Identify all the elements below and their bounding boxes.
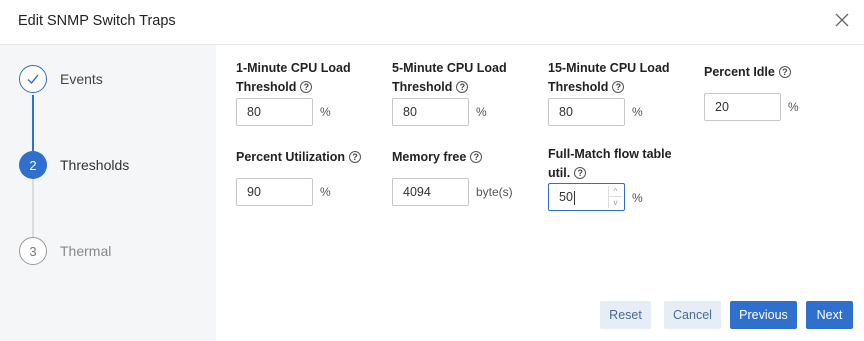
memory-input[interactable]: 4094 (392, 178, 469, 206)
cpu1-unit: % (320, 105, 331, 119)
dialog-title: Edit SNMP Switch Traps (18, 13, 176, 29)
dialog-header: Edit SNMP Switch Traps (0, 0, 864, 45)
cpu5-label: 5-Minute CPU Load Threshold? (392, 61, 507, 94)
spinner-down-icon[interactable]: v (609, 197, 622, 208)
help-circle-icon[interactable]: ? (456, 80, 469, 93)
step-thermal-label[interactable]: Thermal (60, 243, 111, 259)
cancel-button[interactable]: Cancel (664, 301, 721, 329)
spinner-up-icon[interactable]: ^ (609, 186, 622, 197)
cpu1-label: 1-Minute CPU Load Threshold? (236, 61, 351, 94)
cpu15-input[interactable]: 80 (548, 98, 625, 126)
stepper-sidebar: Events 2 Thresholds 3 Thermal (0, 45, 216, 341)
close-icon[interactable] (834, 12, 850, 28)
help-circle-icon[interactable]: ? (300, 80, 313, 93)
cpu5-unit: % (476, 105, 487, 119)
previous-button[interactable]: Previous (730, 301, 797, 329)
thresholds-form: 1-Minute CPU Load Threshold? 80 % 5-Minu… (216, 45, 864, 341)
step-thermal-circle[interactable]: 3 (19, 237, 47, 265)
memory-unit: byte(s) (476, 185, 513, 199)
idle-unit: % (788, 100, 799, 114)
help-circle-icon[interactable]: ? (778, 65, 791, 78)
step-thresholds-circle[interactable]: 2 (19, 151, 47, 179)
cpu5-input[interactable]: 80 (392, 98, 469, 126)
reset-button[interactable]: Reset (600, 301, 651, 329)
memory-label: Memory free? (392, 148, 483, 167)
flow-unit: % (632, 191, 643, 205)
number-spinner[interactable]: ^ v (608, 186, 622, 208)
next-button[interactable]: Next (806, 301, 853, 329)
util-unit: % (320, 185, 331, 199)
step-thresholds-label[interactable]: Thresholds (60, 157, 129, 173)
util-input[interactable]: 90 (236, 178, 313, 206)
help-circle-icon[interactable]: ? (574, 166, 587, 179)
text-caret (573, 190, 575, 205)
step-connector-done (32, 95, 34, 151)
flow-label: Full-Match flow table util.? (548, 147, 672, 180)
cpu15-label: 15-Minute CPU Load Threshold? (548, 61, 670, 94)
help-circle-icon[interactable]: ? (349, 150, 362, 163)
idle-label: Percent Idle? (704, 63, 791, 82)
help-circle-icon[interactable]: ? (612, 80, 625, 93)
step-events-label[interactable]: Events (60, 71, 103, 87)
cpu1-input[interactable]: 80 (236, 98, 313, 126)
util-label: Percent Utilization? (236, 148, 362, 167)
check-icon (27, 74, 39, 85)
step-connector-pending (32, 179, 34, 239)
help-circle-icon[interactable]: ? (470, 150, 483, 163)
step-events-circle[interactable] (19, 65, 47, 93)
cpu15-unit: % (632, 105, 643, 119)
idle-input[interactable]: 20 (704, 93, 781, 121)
flow-input[interactable]: 50 ^ v (548, 183, 625, 211)
